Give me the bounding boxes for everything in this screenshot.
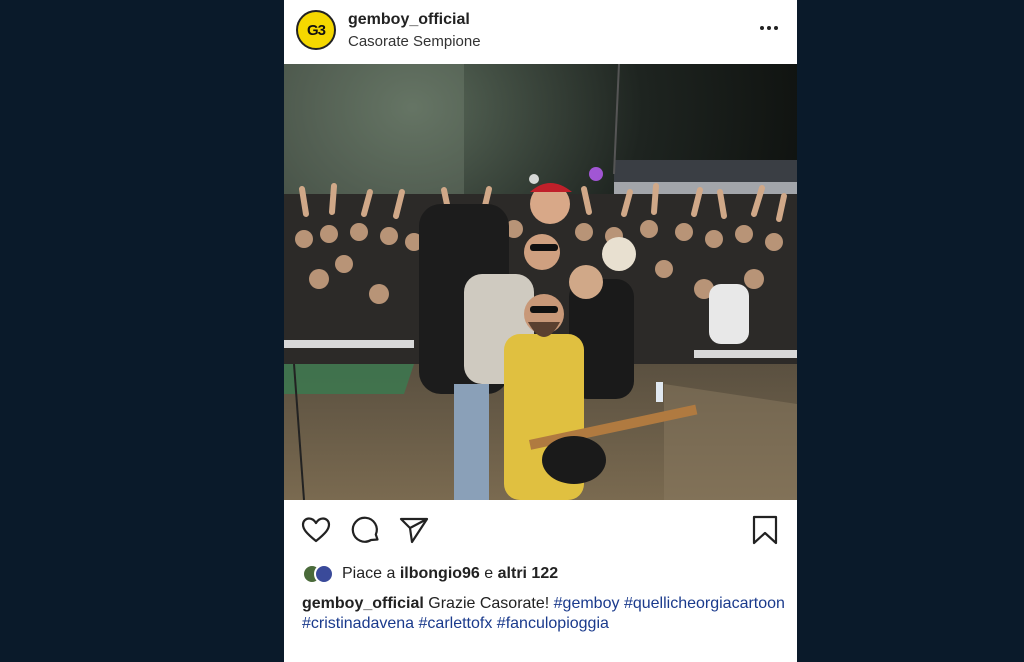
avatar[interactable]: G3 [296,10,336,50]
bookmark-icon[interactable] [749,514,781,546]
likes-others[interactable]: altri 122 [498,565,558,583]
heart-icon[interactable] [300,514,332,546]
more-icon[interactable] [755,18,783,38]
post-actions-bar [284,500,797,560]
post-username[interactable]: gemboy_official [348,11,470,29]
comment-icon[interactable] [350,514,382,546]
instagram-post-card: G3 gemboy_official Casorate Sempione Pia… [284,0,797,662]
post-header: G3 gemboy_official Casorate Sempione [284,0,797,64]
hashtag[interactable]: #cristinadavena [302,615,414,632]
post-caption: gemboy_official Grazie Casorate! #gemboy… [302,594,787,634]
post-photo[interactable] [284,64,797,500]
caption-username[interactable]: gemboy_official [302,595,424,612]
hashtag[interactable]: #gemboy [554,595,620,612]
liker-avatar [314,564,334,584]
hashtag[interactable]: #fanculopioggia [497,615,609,632]
likes-summary[interactable]: Piace a ilbongio96 e altri 122 [302,563,782,585]
caption-text: Grazie Casorate! [428,595,550,612]
likes-user[interactable]: ilbongio96 [400,565,480,583]
likes-connector: e [484,565,494,582]
hashtag[interactable]: #quellicheorgiacartoon [624,595,785,612]
hashtag[interactable]: #carlettofx [419,615,493,632]
post-location[interactable]: Casorate Sempione [348,33,481,50]
avatar-logo-text: G3 [306,21,326,39]
concert-photo-illustration [284,64,797,500]
send-icon[interactable] [398,514,430,546]
likes-prefix: Piace a [342,565,396,582]
